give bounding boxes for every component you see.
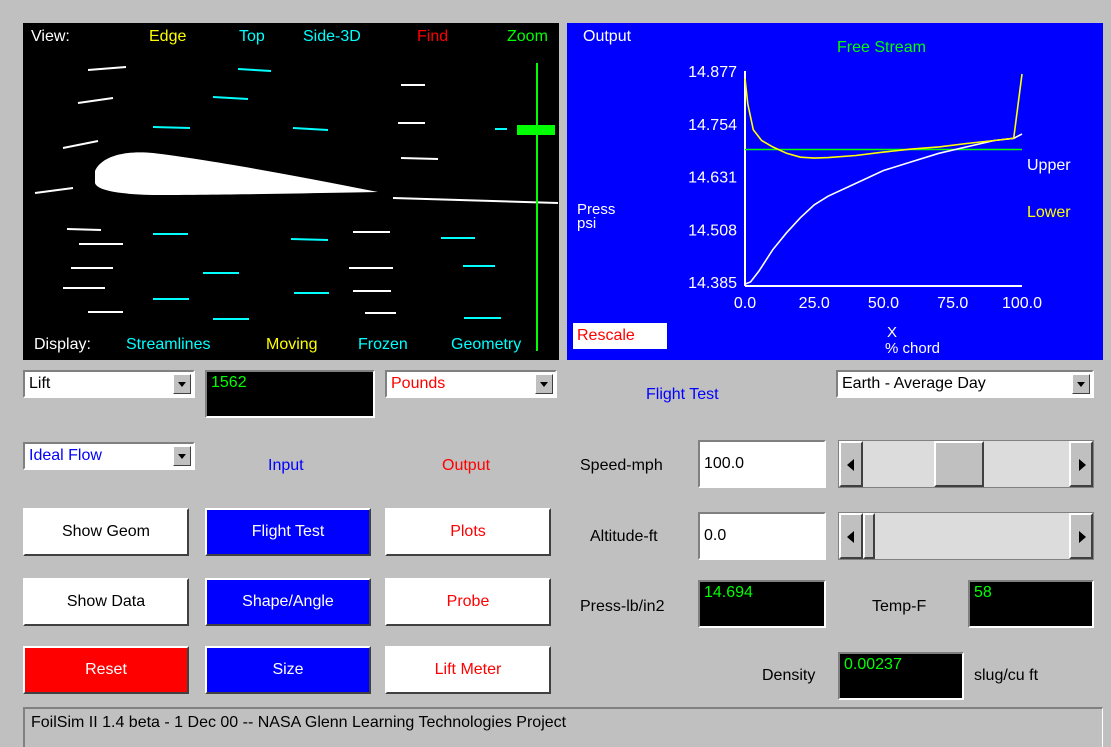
status-bar: FoilSim II 1.4 beta - 1 Dec 00 -- NASA G… (23, 707, 1103, 747)
output-value: 1562 (211, 374, 247, 391)
flight-test-title: Flight Test (646, 386, 719, 403)
x-tick-label: 75.0 (937, 295, 968, 312)
altitude-input[interactable] (698, 512, 826, 560)
density-field: 0.00237 (838, 652, 964, 700)
output-type-select[interactable]: Lift (23, 370, 195, 398)
altitude-slider-thumb[interactable] (863, 513, 875, 559)
altitude-label: Altitude-ft (590, 528, 658, 545)
show-geom-button[interactable]: Show Geom (23, 508, 189, 556)
scroll-left-icon[interactable] (839, 441, 863, 487)
lift-meter-button[interactable]: Lift Meter (385, 646, 551, 694)
shape-angle-button[interactable]: Shape/Angle (205, 578, 371, 626)
view-option-side-3d[interactable]: Side-3D (303, 28, 361, 46)
x-tick-label: 100.0 (1002, 295, 1042, 312)
y-tick-label: 14.631 (688, 170, 737, 187)
rescale-label: Rescale (577, 327, 635, 344)
view-option-zoom[interactable]: Zoom (507, 28, 548, 46)
output-section-label: Output (442, 457, 491, 474)
display-option-frozen[interactable]: Frozen (358, 336, 408, 354)
chevron-down-icon[interactable] (1072, 374, 1090, 394)
speed-slider-thumb[interactable] (934, 441, 985, 487)
temperature-label: Temp-F (872, 598, 927, 615)
display-option-streamlines[interactable]: Streamlines (126, 336, 210, 354)
units-value: Pounds (391, 375, 446, 392)
series-line-lower (744, 73, 1023, 159)
plots-button[interactable]: Plots (385, 508, 551, 556)
x-tick-label: 25.0 (799, 295, 830, 312)
reset-button[interactable]: Reset (23, 646, 189, 694)
planet-value: Earth - Average Day (842, 375, 986, 392)
pressure-plot: 14.877 14.754 14.631 14.508 14.385 0.0 25.0 50.… (688, 64, 1042, 312)
output-value-field: 1562 (205, 370, 375, 418)
series-line-upper (744, 133, 1023, 285)
show-data-button[interactable]: Show Data (23, 578, 189, 626)
planet-select[interactable]: Earth - Average Day (836, 370, 1094, 398)
y-axis-label-line2: psi (577, 215, 597, 232)
view-option-find[interactable]: Find (417, 28, 448, 46)
scroll-right-icon[interactable] (1069, 441, 1093, 487)
x-tick-label: 0.0 (734, 295, 756, 312)
pressure-field: 14.694 (698, 580, 826, 628)
chevron-down-icon[interactable] (535, 374, 553, 394)
view-option-top[interactable]: Top (239, 28, 265, 46)
y-tick-label: 14.508 (688, 222, 737, 239)
status-text: FoilSim II 1.4 beta - 1 Dec 00 -- NASA G… (31, 714, 567, 731)
view-option-edge[interactable]: Edge (149, 28, 186, 46)
rescale-button[interactable]: Rescale (573, 323, 667, 349)
zoom-slider-thumb (517, 125, 555, 135)
y-tick-label: 14.385 (688, 275, 737, 292)
y-tick-label: 14.877 (688, 64, 737, 81)
probe-button[interactable]: Probe (385, 578, 551, 626)
airfoil-shape (95, 152, 378, 195)
x-axis-label-line2: % chord (885, 340, 941, 357)
view-label: View: (31, 28, 70, 45)
x-axis-label-line1: X (887, 324, 898, 341)
density-units: slug/cu ft (974, 667, 1039, 684)
output-type-value: Lift (29, 375, 51, 392)
pressure-value: 14.694 (704, 584, 753, 601)
legend-upper: Upper (1027, 157, 1071, 174)
output-plot-panel: 14.877 14.754 14.631 14.508 14.385 0.0 25.0 50.… (567, 23, 1103, 360)
display-option-geometry[interactable]: Geometry (451, 336, 521, 354)
output-title: Output (583, 28, 632, 45)
scroll-left-icon[interactable] (839, 513, 863, 559)
density-value: 0.00237 (844, 656, 902, 673)
airfoil-view-canvas (34, 63, 559, 351)
temperature-field: 58 (968, 580, 1094, 628)
pressure-label: Press-lb/in2 (580, 598, 665, 615)
legend-lower: Lower (1027, 204, 1071, 221)
flight-test-button[interactable]: Flight Test (205, 508, 371, 556)
scroll-right-icon[interactable] (1069, 513, 1093, 559)
input-section-label: Input (268, 457, 304, 474)
plot-subtitle: Free Stream (837, 39, 926, 56)
speed-label: Speed-mph (580, 457, 663, 474)
size-button[interactable]: Size (205, 646, 371, 694)
altitude-slider[interactable] (838, 512, 1094, 560)
x-tick-label: 50.0 (868, 295, 899, 312)
flow-type-value: Ideal Flow (29, 447, 102, 464)
speed-input[interactable] (698, 440, 826, 488)
speed-slider[interactable] (838, 440, 1094, 488)
flow-type-select[interactable]: Ideal Flow (23, 442, 195, 470)
density-label: Density (762, 667, 816, 684)
temperature-value: 58 (974, 584, 992, 601)
chevron-down-icon[interactable] (173, 446, 191, 466)
y-tick-label: 14.754 (688, 117, 737, 134)
display-option-moving[interactable]: Moving (266, 336, 318, 354)
display-label: Display: (34, 336, 91, 353)
units-select[interactable]: Pounds (385, 370, 557, 398)
chevron-down-icon[interactable] (173, 374, 191, 394)
airfoil-view-panel[interactable]: View: Edge Top Side-3D Find Zoom Display… (23, 23, 559, 360)
